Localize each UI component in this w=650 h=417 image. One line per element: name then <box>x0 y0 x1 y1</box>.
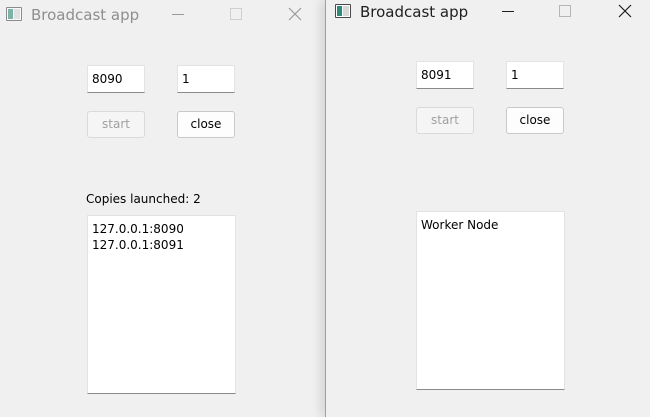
start-button[interactable]: start <box>87 111 145 138</box>
count-input[interactable]: 1 <box>177 65 235 93</box>
start-button[interactable]: start <box>416 107 474 134</box>
list-item[interactable]: 127.0.0.1:8090 <box>92 221 231 237</box>
maximize-button <box>217 0 257 30</box>
minimize-icon <box>502 11 514 12</box>
port-input[interactable]: 8091 <box>416 61 474 89</box>
close-icon <box>288 7 302 21</box>
maximize-icon <box>559 5 571 17</box>
address-list[interactable]: 127.0.0.1:8090 127.0.0.1:8091 <box>87 215 236 394</box>
minimize-button[interactable] <box>489 0 529 27</box>
count-input[interactable]: 1 <box>506 61 564 89</box>
port-input[interactable]: 8090 <box>87 65 145 93</box>
minimize-icon <box>172 14 184 15</box>
list-item[interactable]: Worker Node <box>421 217 560 233</box>
close-icon <box>618 4 632 18</box>
maximize-button <box>546 0 586 27</box>
close-window-button[interactable] <box>606 0 646 27</box>
node-list[interactable]: Worker Node <box>416 211 565 390</box>
app-window-icon <box>335 4 351 18</box>
title-bar[interactable]: Broadcast app <box>326 0 650 30</box>
close-window-button[interactable] <box>276 0 316 30</box>
minimize-button[interactable] <box>159 0 199 30</box>
copies-launched-label: Copies launched: 2 <box>86 192 201 206</box>
window-title: Broadcast app <box>31 6 140 24</box>
close-button[interactable]: close <box>177 111 235 138</box>
broadcast-window-left: Broadcast app 8090 1 start close Copies … <box>0 0 326 417</box>
title-bar[interactable]: Broadcast app <box>0 0 326 30</box>
window-title: Broadcast app <box>360 3 469 21</box>
maximize-icon <box>230 8 242 20</box>
close-button[interactable]: close <box>506 107 564 134</box>
broadcast-window-right: Broadcast app 8091 1 start close Worker … <box>325 0 650 417</box>
app-window-icon <box>6 7 22 21</box>
list-item[interactable]: 127.0.0.1:8091 <box>92 237 231 253</box>
